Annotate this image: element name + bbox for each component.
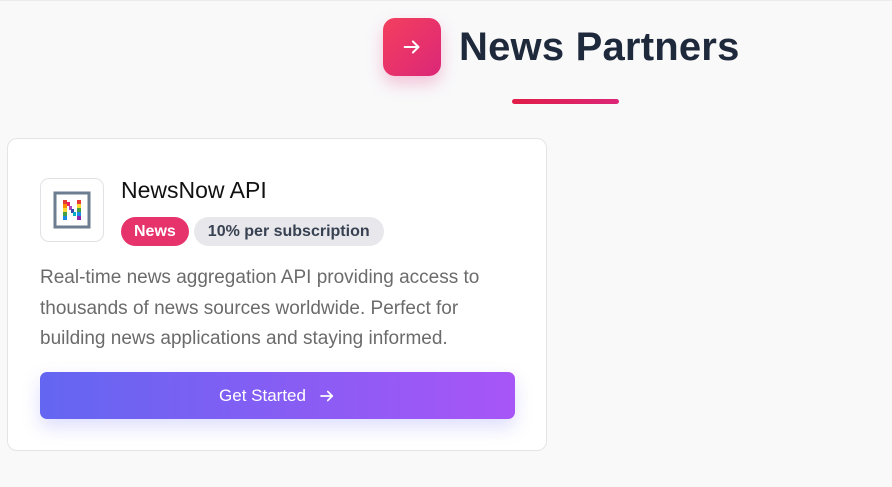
commission-badge: 10% per subscription	[193, 217, 384, 246]
partner-card: NewsNow API News 10% per subscription Re…	[7, 138, 547, 451]
arrow-right-icon	[318, 387, 336, 405]
section-header: News Partners	[383, 18, 740, 76]
title-underline	[512, 99, 619, 104]
partner-description: Real-time news aggregation API providing…	[40, 267, 480, 349]
get-started-button[interactable]: Get Started	[40, 372, 515, 419]
newsnow-logo	[40, 178, 104, 242]
category-badge: News	[121, 217, 189, 246]
top-divider	[0, 0, 892, 1]
badge-row: News 10% per subscription	[121, 217, 384, 246]
arrow-right-icon	[383, 18, 441, 76]
partner-name: NewsNow API	[121, 177, 267, 203]
get-started-label: Get Started	[219, 385, 306, 405]
page-title: News Partners	[459, 24, 740, 69]
